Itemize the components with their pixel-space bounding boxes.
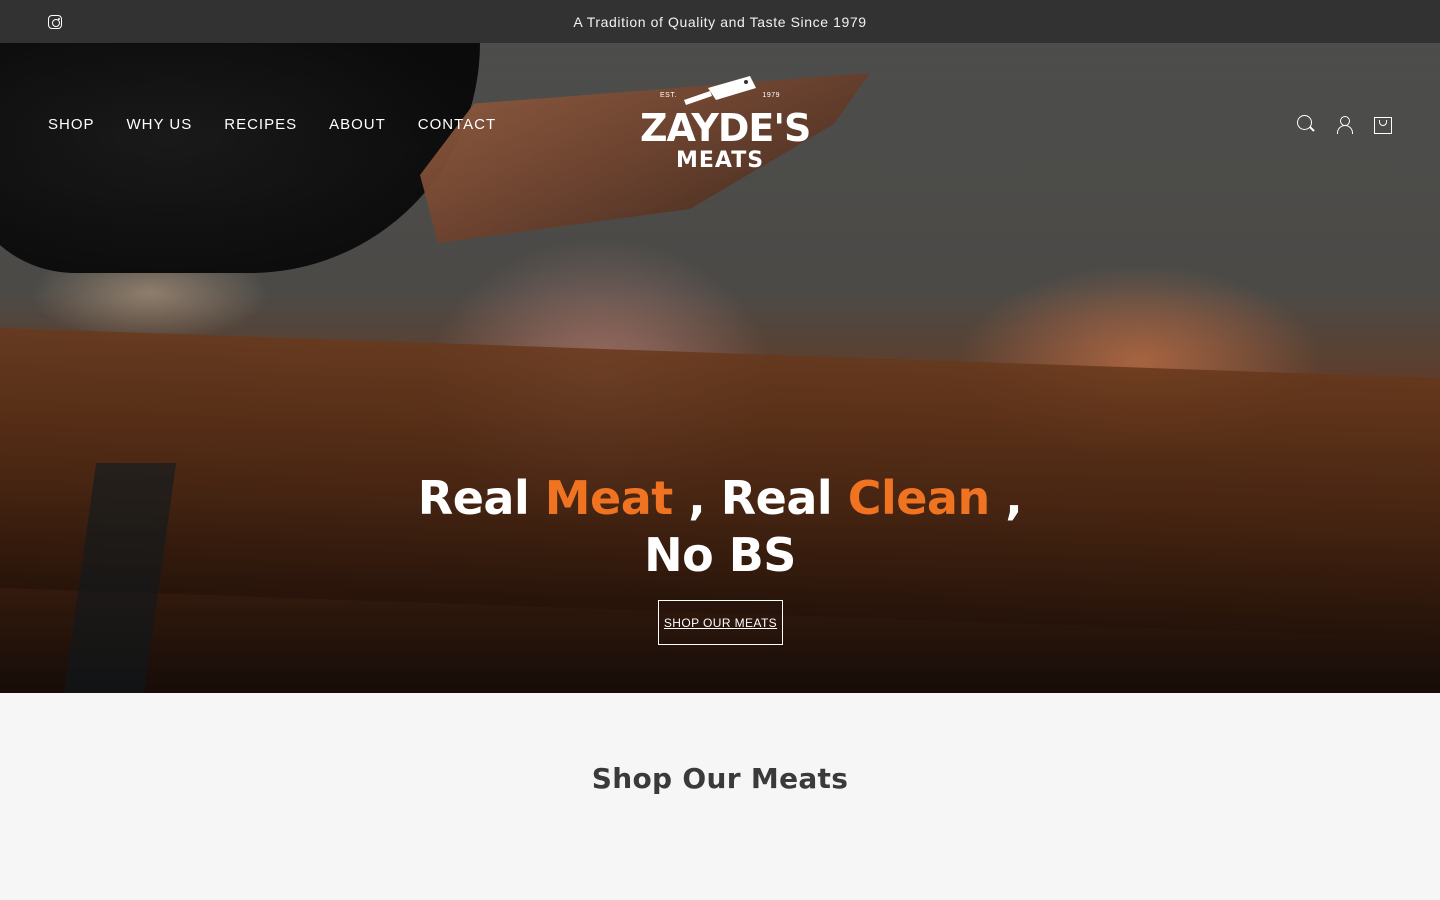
hero-headline: Real Meat , Real Clean , No BS bbox=[0, 470, 1440, 584]
instagram-icon[interactable] bbox=[48, 15, 62, 29]
cart-icon[interactable] bbox=[1372, 114, 1392, 134]
header-icons bbox=[1296, 114, 1392, 134]
nav-item-about[interactable]: ABOUT bbox=[329, 116, 386, 133]
nav-item-shop[interactable]: SHOP bbox=[48, 116, 95, 133]
logo-name: ZAYDE'S bbox=[640, 106, 811, 150]
brand-logo[interactable]: EST. 1979 ZAYDE'S MEATS bbox=[640, 72, 811, 182]
nav-item-recipes[interactable]: RECIPES bbox=[224, 116, 297, 133]
headline-highlight-clean: Clean bbox=[847, 471, 991, 525]
headline-line-1: Real Meat , Real Clean , bbox=[417, 471, 1023, 525]
account-icon[interactable] bbox=[1334, 114, 1354, 134]
announcement-text: A Tradition of Quality and Taste Since 1… bbox=[573, 13, 867, 30]
nav-item-contact[interactable]: CONTACT bbox=[418, 116, 496, 133]
logo-year: 1979 bbox=[762, 92, 780, 99]
section-title: Shop Our Meats bbox=[591, 762, 849, 795]
headline-line-2: No BS bbox=[644, 528, 796, 582]
headline-word: , bbox=[989, 471, 1023, 525]
cleaver-icon bbox=[684, 76, 756, 105]
announcement-bar: A Tradition of Quality and Taste Since 1… bbox=[0, 0, 1440, 43]
headline-highlight-meat: Meat bbox=[544, 471, 674, 525]
logo-est: EST. bbox=[660, 92, 677, 99]
search-icon[interactable] bbox=[1296, 114, 1316, 134]
main-nav: SHOP WHY US RECIPES ABOUT CONTACT bbox=[48, 116, 496, 133]
logo-subtitle: MEATS bbox=[675, 148, 765, 173]
shop-our-meats-button[interactable]: SHOP OUR MEATS bbox=[658, 600, 783, 645]
nav-item-why-us[interactable]: WHY US bbox=[127, 116, 193, 133]
headline-word: , Real bbox=[672, 471, 848, 525]
headline-word: Real bbox=[417, 471, 545, 525]
